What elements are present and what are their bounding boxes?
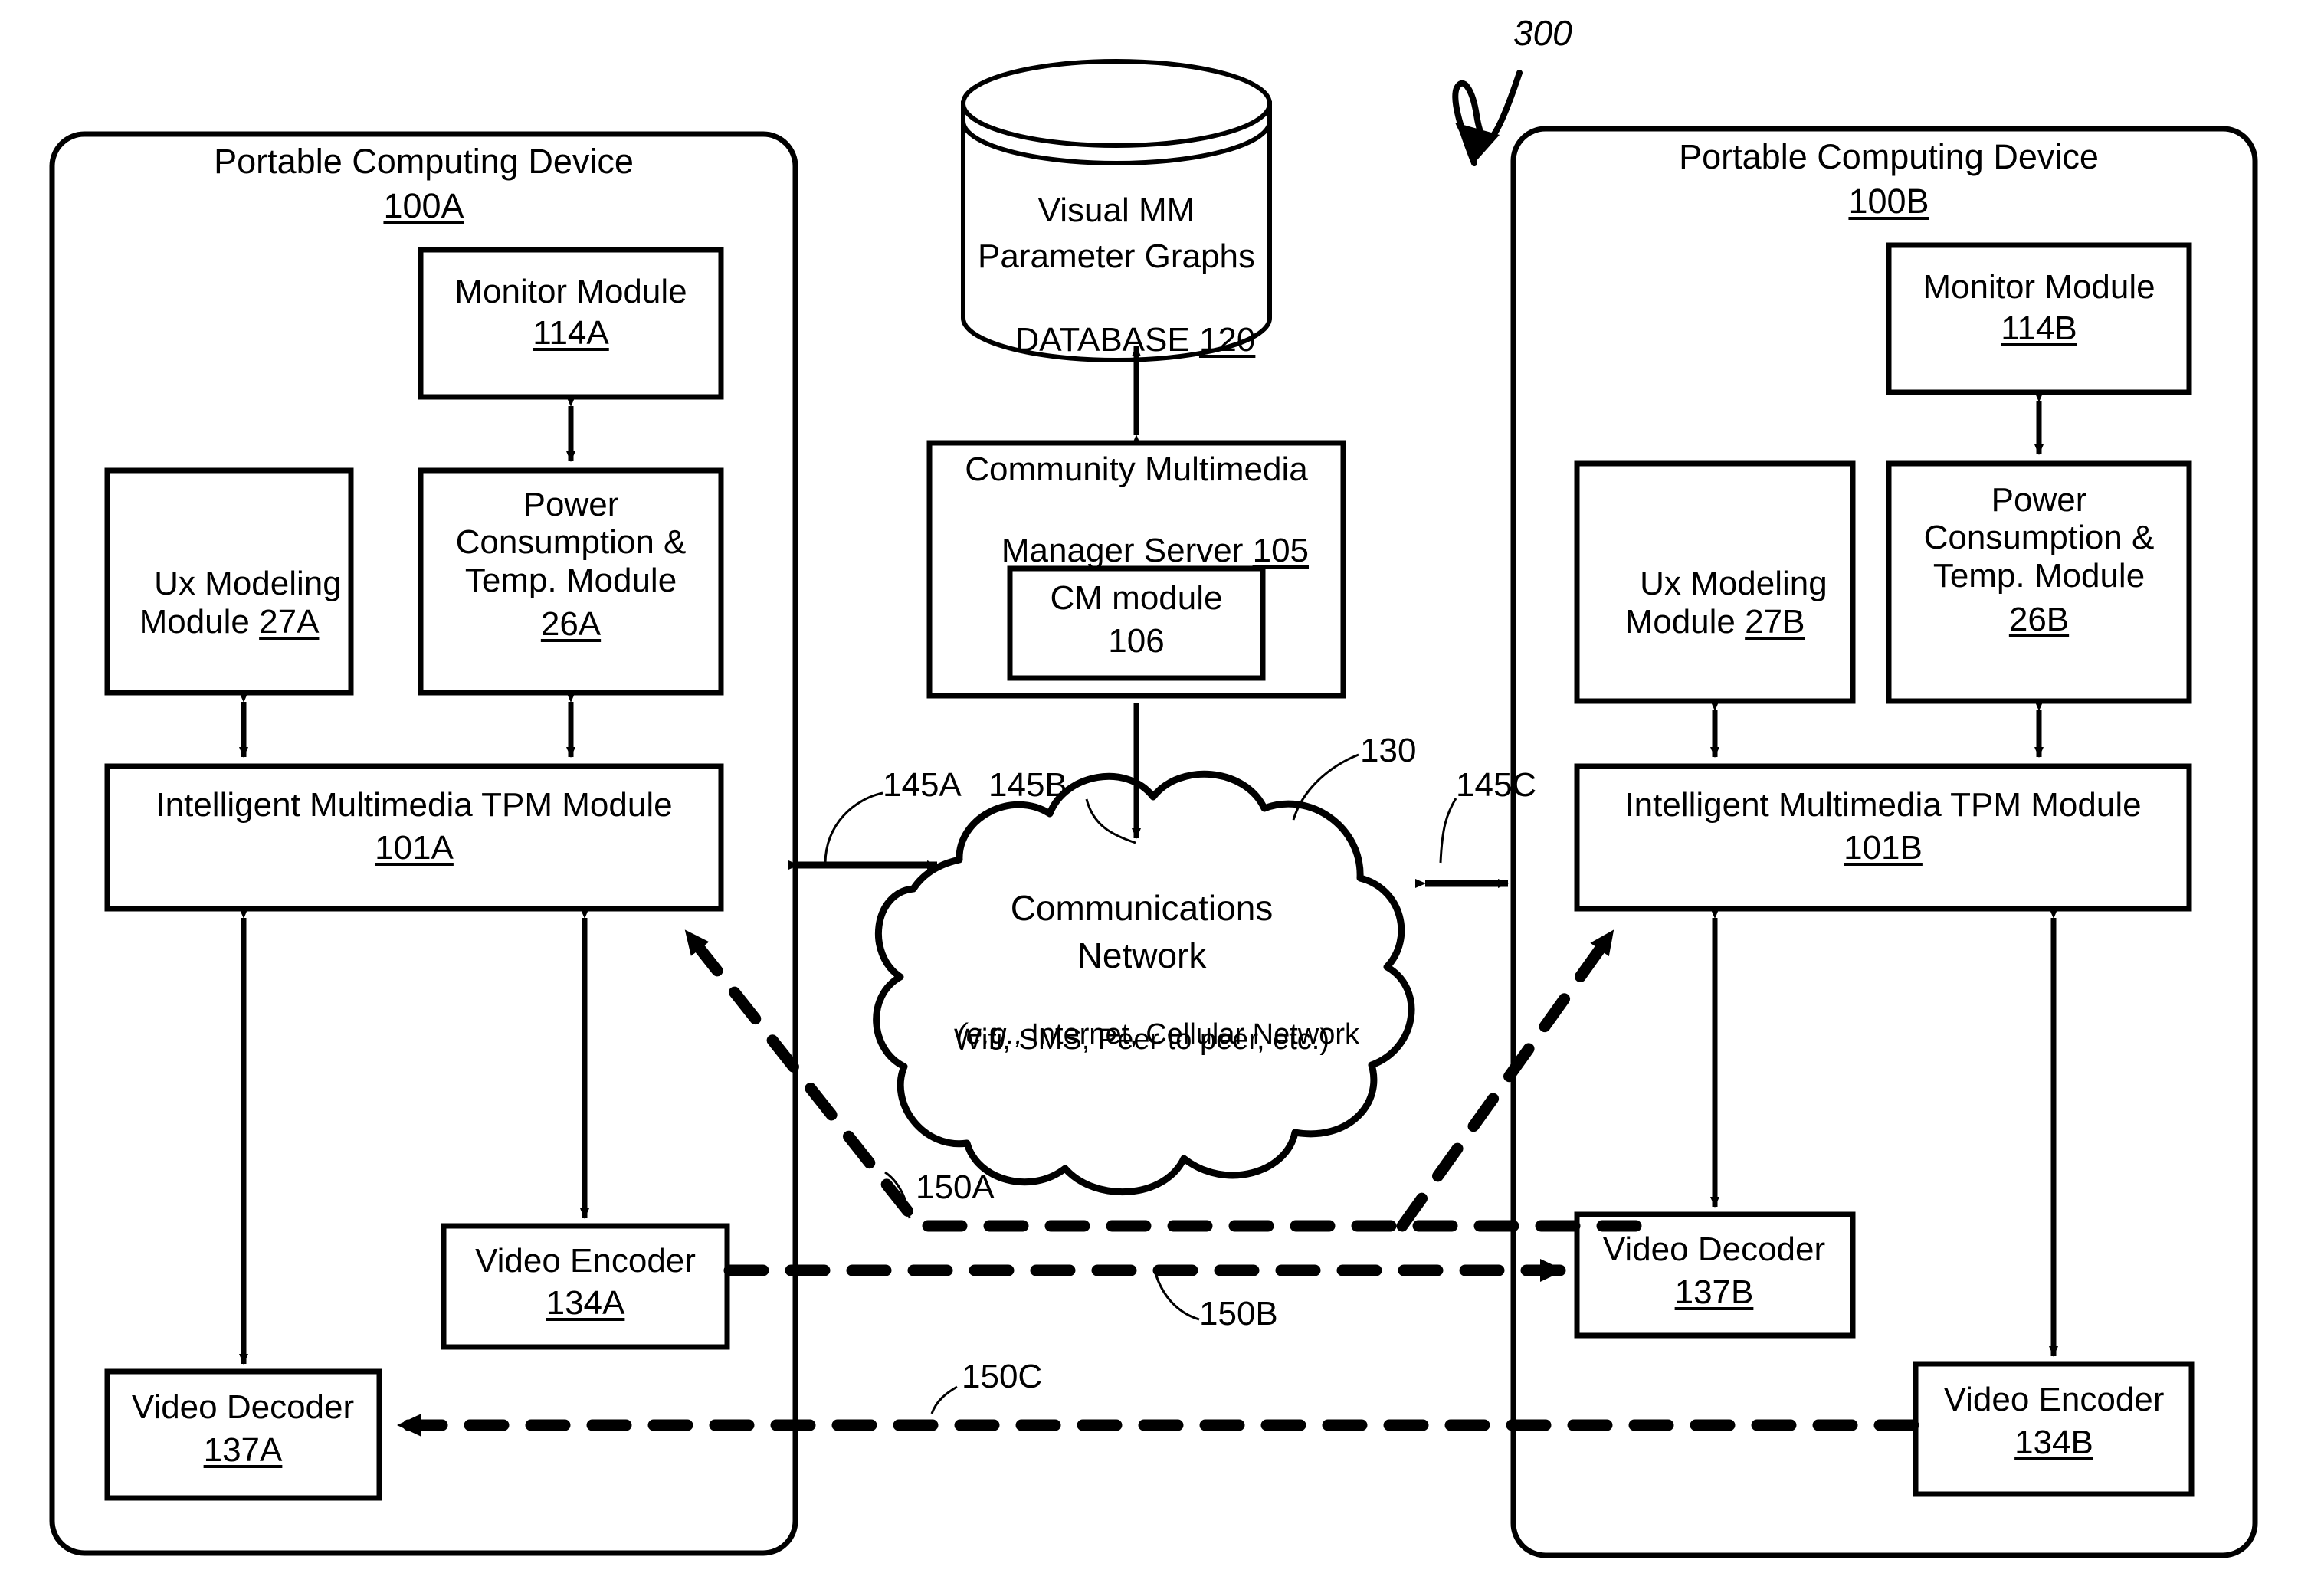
monitor-module-a-ref: 114A — [533, 314, 609, 352]
database-line3: DATABASE 120 — [954, 283, 1279, 397]
database-line3-text: DATABASE — [1015, 321, 1199, 359]
label-145a: 145A — [883, 766, 962, 804]
video-decoder-a-label: Video Decoder — [131, 1388, 355, 1426]
database-line2: Parameter Graphs — [978, 238, 1255, 275]
ux-module-a-ref: 27A — [259, 602, 320, 641]
label-130: 130 — [1360, 732, 1417, 769]
power-module-a-label: Power Consumption & Temp. Module — [455, 486, 687, 599]
video-encoder-a-ref: 134A — [546, 1284, 625, 1322]
power-module-a-ref: 26A — [540, 605, 602, 643]
power-module-b-label: Power Consumption & Temp. Module — [1923, 481, 2155, 595]
server-ref: 105 — [1252, 532, 1310, 570]
device-b-ref: 100B — [1848, 182, 1929, 221]
video-decoder-a-ref: 137A — [203, 1431, 283, 1469]
monitor-module-b-label: Monitor Module — [1923, 268, 2155, 306]
video-encoder-a-label: Video Encoder — [475, 1242, 696, 1280]
ux-module-a-label: Ux Modeling Module 27A — [107, 527, 351, 678]
device-a-title: Portable Computing Device — [214, 142, 634, 181]
network-line4: Wifi, SMS, Peer to peer, etc.) — [954, 1024, 1329, 1056]
label-150a: 150A — [916, 1168, 995, 1206]
server-line1: Community Multimedia — [965, 451, 1308, 488]
leader-150c — [930, 1385, 958, 1414]
video-encoder-b-ref: 134B — [2014, 1424, 2093, 1461]
patent-figure-300: 300 Portable Computing Device 100A Monit… — [0, 0, 2311, 1596]
server-line2-text: Manager Server — [1001, 532, 1253, 570]
cm-module-label: CM module — [1050, 579, 1223, 617]
leader-150b — [1154, 1273, 1200, 1321]
label-145c: 145C — [1456, 766, 1537, 804]
device-b-title: Portable Computing Device — [1679, 137, 2099, 176]
monitor-module-b-ref: 114B — [2001, 310, 2077, 347]
leader-145a — [824, 791, 883, 864]
tpm-module-a-label: Intelligent Multimedia TPM Module — [156, 786, 673, 824]
tpm-module-b-label: Intelligent Multimedia TPM Module — [1624, 786, 2142, 824]
video-decoder-b-ref: 137B — [1674, 1273, 1754, 1311]
monitor-module-a-label: Monitor Module — [454, 273, 687, 310]
video-encoder-b-label: Video Encoder — [1943, 1381, 2165, 1418]
power-module-b-ref: 26B — [2008, 601, 2070, 638]
database-line1: Visual MM — [1037, 192, 1195, 229]
device-a-ref: 100A — [383, 186, 464, 225]
cm-module-ref: 106 — [1108, 622, 1165, 660]
tpm-module-a-ref: 101A — [375, 829, 454, 867]
network-line2: Network — [1077, 936, 1207, 975]
tpm-module-b-ref: 101B — [1844, 829, 1923, 867]
figure-number: 300 — [1513, 13, 1572, 53]
leader-145c — [1439, 798, 1457, 864]
label-150b: 150B — [1199, 1295, 1278, 1332]
ux-module-b-ref: 27B — [1745, 602, 1805, 641]
network-line1: Communications — [1010, 888, 1274, 928]
database-ref: 120 — [1198, 321, 1256, 359]
communications-network-cloud — [873, 770, 1415, 1196]
figure-callout-squiggle-icon — [1452, 70, 1523, 166]
dashed-path-150a-right — [1396, 925, 1619, 1232]
ux-module-b-label: Ux Modeling Module 27B — [1577, 527, 1853, 678]
label-145b: 145B — [988, 766, 1067, 804]
video-decoder-b-label: Video Decoder — [1602, 1231, 1826, 1268]
label-150c: 150C — [962, 1358, 1043, 1395]
